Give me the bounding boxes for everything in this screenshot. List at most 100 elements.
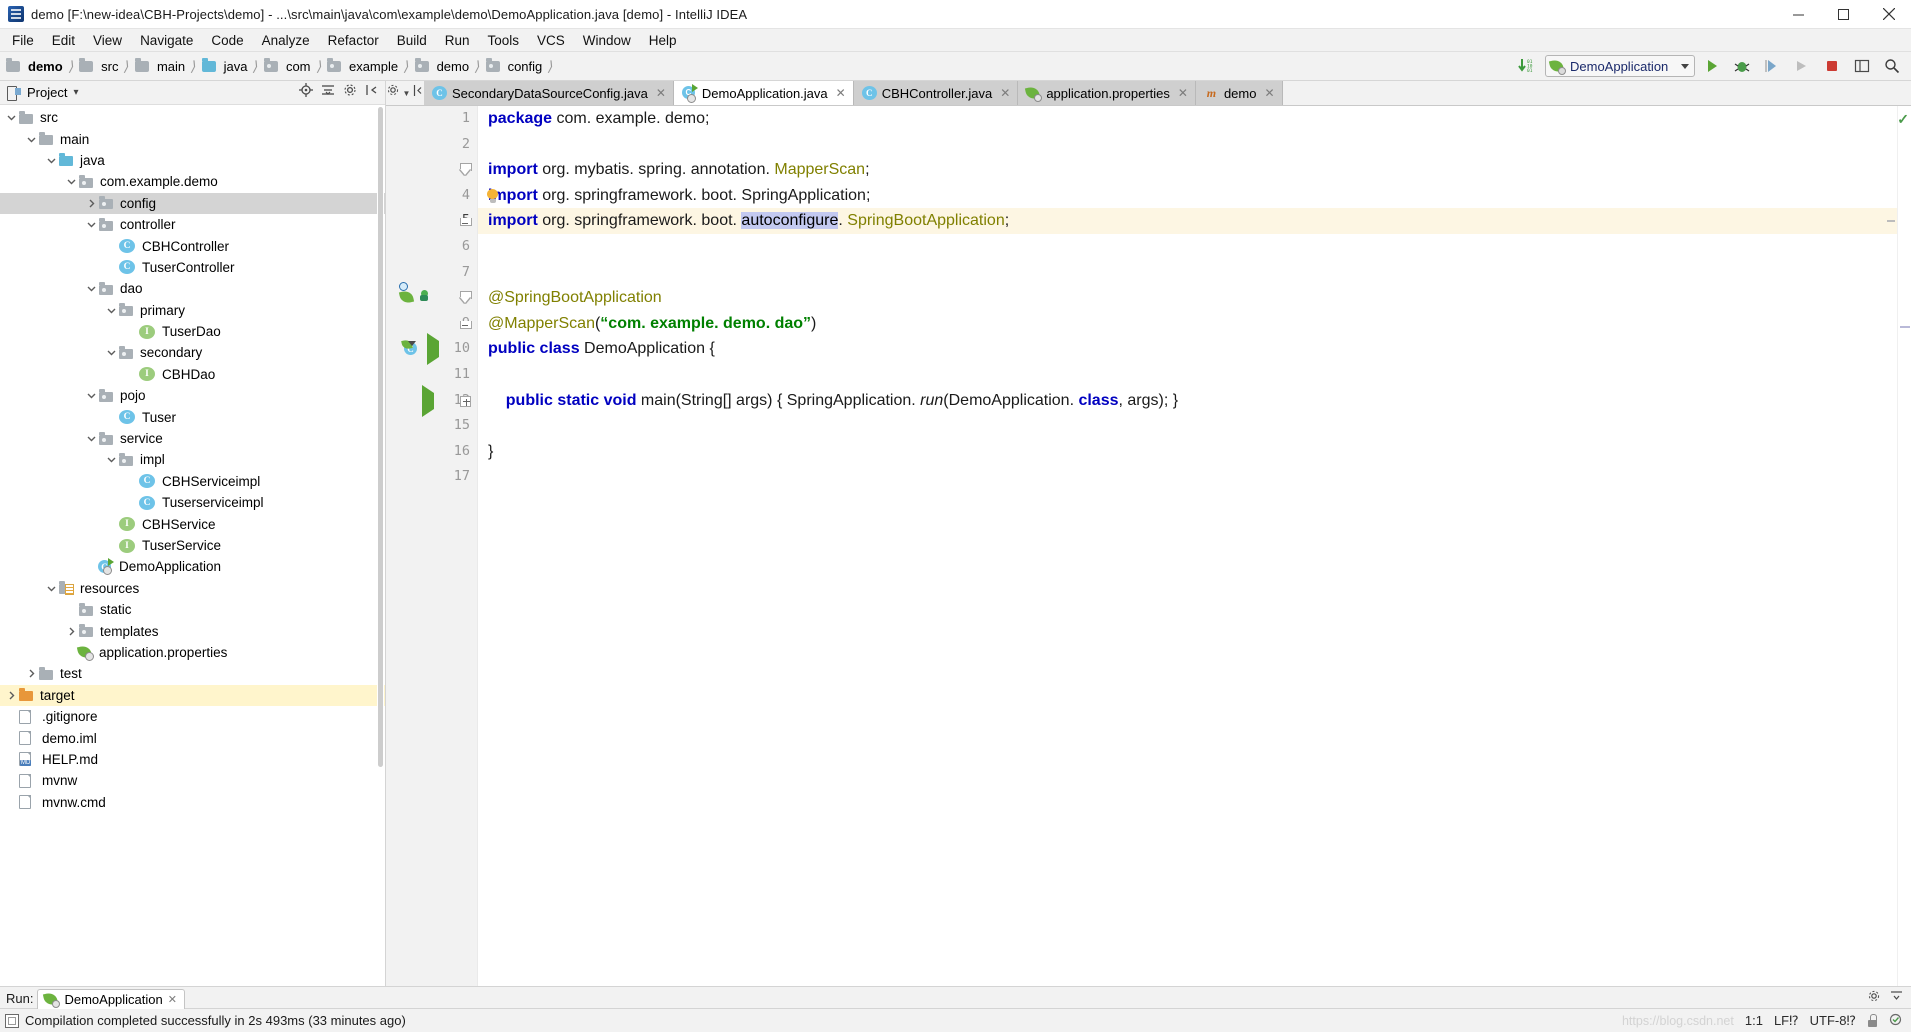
menu-view[interactable]: View <box>84 29 131 52</box>
menu-vcs[interactable]: VCS <box>528 29 574 52</box>
close-icon[interactable]: ✕ <box>1178 86 1188 100</box>
tab-demo-pom[interactable]: m demo ✕ <box>1195 81 1283 105</box>
stop-icon[interactable] <box>1819 54 1845 78</box>
chevron-down-icon[interactable] <box>44 156 58 165</box>
run-with-coverage-icon[interactable] <box>1759 54 1785 78</box>
settings-icon[interactable] <box>1868 990 1881 1006</box>
tree-item[interactable]: mvnw.cmd <box>0 792 385 813</box>
tree-item[interactable]: java <box>0 150 385 171</box>
tree-item[interactable]: resources <box>0 578 385 599</box>
breadcrumb-demo-pkg[interactable]: demo ⟩ <box>413 57 484 75</box>
line-separator[interactable]: LF⁉ <box>1774 1013 1799 1029</box>
layout-icon[interactable] <box>1849 54 1875 78</box>
breadcrumb-demo[interactable]: demo ⟩ <box>4 57 77 75</box>
code-editor[interactable]: package com. example. demo; import org. m… <box>478 106 1911 986</box>
settings-icon[interactable] <box>343 83 357 102</box>
tree-item[interactable]: dao <box>0 278 385 299</box>
code-line[interactable] <box>478 132 1911 158</box>
chevron-down-icon[interactable] <box>104 306 118 315</box>
menu-refactor[interactable]: Refactor <box>319 29 388 52</box>
tree-item[interactable]: config <box>0 192 385 214</box>
settings-icon[interactable] <box>387 84 400 102</box>
chevron-down-icon[interactable] <box>84 391 98 400</box>
tab-application-properties[interactable]: application.properties ✕ <box>1018 81 1196 105</box>
chevron-right-icon[interactable] <box>84 199 98 208</box>
close-icon[interactable]: ✕ <box>168 993 177 1006</box>
profile-icon[interactable] <box>1789 54 1815 78</box>
tree-item[interactable]: templates <box>0 620 385 641</box>
run-main-gutter-icon[interactable] <box>422 384 434 417</box>
close-icon[interactable]: ✕ <box>836 86 846 100</box>
update-project-icon[interactable]: 01 10 01 <box>1515 54 1541 78</box>
scrollbar-thumb[interactable] <box>378 107 383 767</box>
code-line[interactable] <box>478 234 1911 260</box>
hide-panel-icon[interactable] <box>365 83 379 102</box>
breadcrumb-com[interactable]: com ⟩ <box>262 57 325 75</box>
menu-run[interactable]: Run <box>436 29 479 52</box>
tree-item[interactable]: service <box>0 428 385 449</box>
chevron-down-icon[interactable] <box>4 113 18 122</box>
search-everywhere-icon[interactable] <box>1879 54 1905 78</box>
tree-item[interactable]: application.properties <box>0 642 385 663</box>
tab-secondary-datasource-config[interactable]: C SecondaryDataSourceConfig.java ✕ <box>424 81 674 105</box>
tree-item[interactable]: I CBHDao <box>0 364 385 385</box>
tree-item[interactable]: demo.iml <box>0 727 385 748</box>
tree-item[interactable]: com.example.demo <box>0 171 385 192</box>
close-icon[interactable]: ✕ <box>1000 86 1010 100</box>
error-stripe[interactable]: ✓ <box>1897 106 1911 986</box>
tree-item[interactable]: impl <box>0 449 385 470</box>
code-line[interactable] <box>478 413 1911 439</box>
close-button[interactable] <box>1866 0 1911 29</box>
maximize-button[interactable] <box>1821 0 1866 29</box>
tree-item[interactable]: test <box>0 663 385 684</box>
chevron-down-icon[interactable]: ▼ <box>403 89 411 98</box>
tree-item[interactable]: C CBHServiceimpl <box>0 471 385 492</box>
hide-panel-icon[interactable] <box>1890 990 1903 1006</box>
tree-item[interactable]: mvnw <box>0 770 385 791</box>
tab-cbh-controller[interactable]: C CBHController.java ✕ <box>853 81 1019 105</box>
tree-item[interactable]: src <box>0 107 385 128</box>
caret-position[interactable]: 1:1 <box>1745 1013 1763 1028</box>
menu-edit[interactable]: Edit <box>43 29 84 52</box>
project-tree[interactable]: src main java com.example.demo config control… <box>0 105 385 986</box>
close-icon[interactable]: ✕ <box>656 86 666 100</box>
run-tab-demo-application[interactable]: DemoApplication ✕ <box>37 989 185 1009</box>
chevron-down-icon[interactable] <box>84 434 98 443</box>
sidebar-scrollbar[interactable] <box>377 107 384 802</box>
breadcrumb-config[interactable]: config ⟩ <box>484 57 557 75</box>
chevron-down-icon[interactable] <box>104 455 118 464</box>
tree-item[interactable]: secondary <box>0 342 385 363</box>
run-icon[interactable] <box>1699 54 1725 78</box>
code-line[interactable]: import org. mybatis. spring. annotation.… <box>478 157 1911 183</box>
minimize-button[interactable] <box>1776 0 1821 29</box>
menu-build[interactable]: Build <box>388 29 436 52</box>
menu-navigate[interactable]: Navigate <box>131 29 202 52</box>
chevron-down-icon[interactable] <box>104 348 118 357</box>
lock-icon[interactable] <box>1867 1014 1878 1027</box>
tree-item[interactable]: pojo <box>0 385 385 406</box>
collapse-all-icon[interactable] <box>321 83 335 102</box>
tree-item[interactable]: C CBHController <box>0 235 385 256</box>
inspection-icon[interactable] <box>1889 1013 1902 1029</box>
code-line[interactable] <box>478 464 1911 490</box>
breadcrumb-example[interactable]: example ⟩ <box>325 57 413 75</box>
tree-item[interactable]: I TuserService <box>0 535 385 556</box>
breadcrumb-java[interactable]: java ⟩ <box>200 57 262 75</box>
chevron-down-icon[interactable]: ▾ <box>73 87 78 98</box>
menu-window[interactable]: Window <box>574 29 640 52</box>
tree-item[interactable]: .gitignore <box>0 706 385 727</box>
code-line[interactable]: @SpringBootApplication <box>478 285 1911 311</box>
hide-editor-icon[interactable] <box>413 84 423 102</box>
tree-item[interactable]: I CBHService <box>0 513 385 534</box>
tree-item[interactable]: C TuserController <box>0 257 385 278</box>
code-line[interactable]: public static void main(String[] args) {… <box>478 388 1911 414</box>
tree-item[interactable]: static <box>0 599 385 620</box>
chevron-down-icon[interactable] <box>44 584 58 593</box>
run-configuration-selector[interactable]: DemoApplication <box>1545 55 1695 77</box>
chevron-right-icon[interactable] <box>24 669 38 678</box>
close-icon[interactable]: ✕ <box>1264 86 1274 100</box>
tree-item[interactable]: C Tuser <box>0 406 385 427</box>
code-line[interactable]: import org. springframework. boot. Sprin… <box>478 183 1911 209</box>
tree-item[interactable]: MD HELP.md <box>0 749 385 770</box>
chevron-down-icon[interactable] <box>64 177 78 186</box>
